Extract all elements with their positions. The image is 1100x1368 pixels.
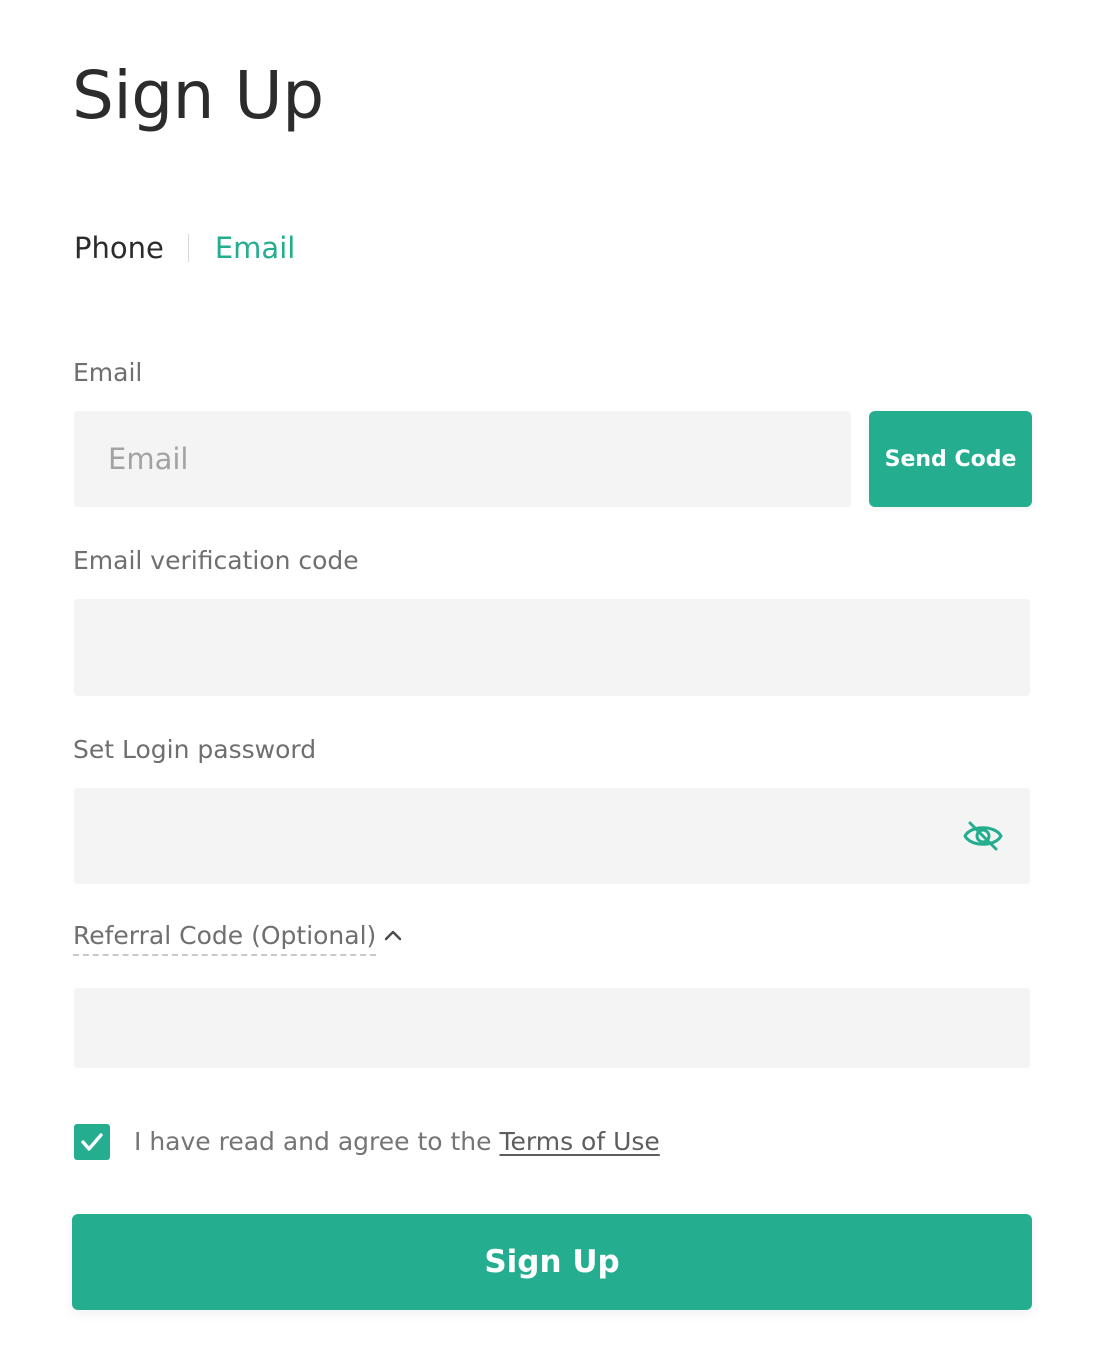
email-label: Email bbox=[73, 358, 143, 387]
password-label: Set Login password bbox=[73, 735, 317, 764]
tab-divider bbox=[187, 234, 189, 262]
eye-off-icon[interactable] bbox=[962, 816, 1004, 856]
agreement-prefix: I have read and agree to the bbox=[134, 1127, 500, 1156]
verification-code-field-container bbox=[74, 599, 1030, 696]
email-field-container bbox=[74, 411, 851, 507]
password-input[interactable] bbox=[74, 788, 1030, 884]
referral-code-toggle[interactable]: Referral Code (Optional) bbox=[73, 920, 404, 956]
referral-code-label: Referral Code (Optional) bbox=[73, 920, 377, 956]
checkmark-icon bbox=[81, 1133, 103, 1151]
page-title: Sign Up bbox=[72, 57, 324, 134]
send-code-button[interactable]: Send Code bbox=[869, 411, 1032, 507]
tab-phone[interactable]: Phone bbox=[74, 228, 164, 268]
agreement-text: I have read and agree to the Terms of Us… bbox=[134, 1124, 660, 1160]
chevron-up-icon bbox=[382, 924, 404, 946]
sign-up-button[interactable]: Sign Up bbox=[72, 1214, 1032, 1310]
tab-email[interactable]: Email bbox=[215, 228, 295, 268]
agree-checkbox[interactable] bbox=[74, 1124, 110, 1160]
referral-code-input[interactable] bbox=[74, 988, 1030, 1068]
verification-code-input[interactable] bbox=[74, 599, 1030, 696]
signup-method-tabs: Phone Email bbox=[74, 228, 295, 268]
referral-code-field-container bbox=[74, 988, 1030, 1068]
terms-agreement: I have read and agree to the Terms of Us… bbox=[74, 1124, 660, 1160]
password-field-container bbox=[74, 788, 1030, 884]
verification-code-label: Email verification code bbox=[73, 546, 359, 575]
terms-of-use-link[interactable]: Terms of Use bbox=[499, 1127, 659, 1156]
email-input[interactable] bbox=[74, 411, 851, 507]
